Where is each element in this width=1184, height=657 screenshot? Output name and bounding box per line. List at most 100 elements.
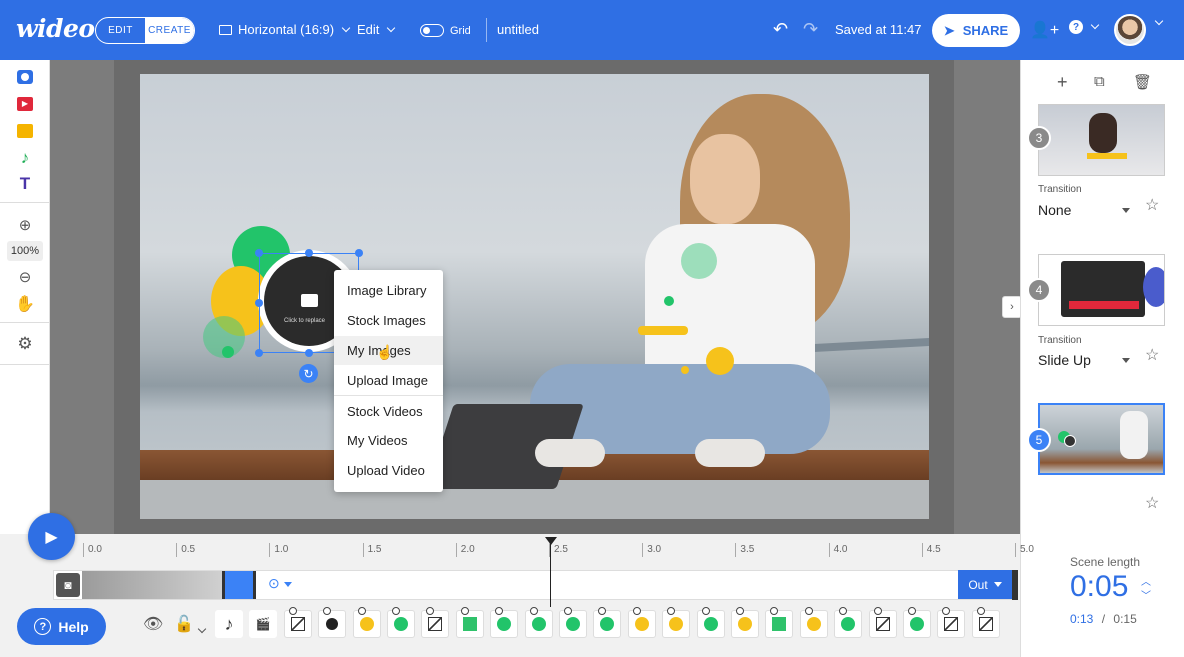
menu-item-stock-images[interactable]: Stock Images [334,306,443,336]
play-button[interactable]: ▶ [28,513,75,560]
green-circle-layer-icon[interactable] [834,607,863,638]
scene-thumbnail[interactable] [1038,104,1165,176]
star-icon[interactable]: ☆ [1145,493,1159,513]
image-layer-icon[interactable] [283,607,312,638]
chevron-up-icon[interactable]: ︿ [1141,576,1151,590]
green-circle-layer-icon[interactable] [903,607,931,638]
green-square-layer-icon[interactable] [765,607,794,638]
aspect-ratio-dropdown[interactable]: Horizontal (16:9) [219,22,351,37]
image-layer-icon[interactable] [868,607,897,638]
settings-button[interactable]: ⚙ [0,334,50,354]
zoom-in-button[interactable]: ⊕ [0,216,50,234]
lock-indicator-icon [873,607,882,615]
help-menu[interactable]: ? [1069,20,1100,34]
animation-select[interactable]: ⊙ [268,575,292,592]
yellow-bar-shape[interactable] [638,326,688,335]
scene-length-value[interactable]: 0:05 [1070,570,1128,604]
track-end-handle[interactable] [1012,570,1018,600]
grid-toggle[interactable]: Grid [420,24,471,37]
green-square-icon [772,617,787,631]
menu-item-upload-video[interactable]: Upload Video [334,456,443,486]
account-menu-chevron[interactable] [1153,16,1164,26]
yellow-circle-layer-icon[interactable] [799,607,828,638]
yellow-circle-layer-icon[interactable] [662,607,691,638]
resize-handle[interactable] [305,349,313,357]
document-title[interactable]: untitled [497,22,539,37]
hand-tool[interactable]: ✋ [0,294,50,314]
yellow-circle-shape[interactable] [706,347,734,375]
green-circle-layer-icon[interactable] [490,607,519,638]
image-layer-icon[interactable] [421,607,450,638]
text-tool[interactable]: T [0,174,50,194]
lock-icon[interactable]: 🔓 [174,614,194,634]
image-layer-icon[interactable] [937,607,966,638]
image-layer-icon[interactable] [971,607,1000,638]
undo-icon[interactable]: ↶ [773,19,788,40]
zoom-out-button[interactable]: ⊖ [0,268,50,286]
music-tool[interactable]: ♪ [0,148,50,168]
clapper-layer-icon[interactable]: 🎬 [249,610,278,638]
image-icon [944,617,959,631]
gear-icon: ⚙ [17,334,33,353]
play-icon: ▶ [45,528,58,546]
add-scene-icon[interactable]: + [1057,72,1068,93]
small-green-dot-shape[interactable] [222,346,234,358]
edit-menu-dropdown[interactable]: Edit [357,22,396,37]
track-entry-segment[interactable] [82,571,222,599]
yellow-circle-layer-icon[interactable] [352,607,381,638]
expand-panel-icon[interactable]: › [1002,296,1022,318]
duplicate-scene-icon[interactable]: ⧉ [1094,73,1105,90]
green-circle-layer-icon[interactable] [387,607,415,638]
menu-item-upload-image[interactable]: Upload Image [334,365,443,395]
chevron-down-icon[interactable]: ﹀ [1141,590,1151,604]
rotate-handle-icon[interactable]: ↻ [299,364,318,383]
out-animation-button[interactable]: Out [958,570,1012,599]
edit-create-toggle[interactable]: EDIT CREATE [95,17,195,44]
help-button[interactable]: ? Help [17,608,106,645]
delete-scene-icon[interactable]: 🗑 [1133,73,1152,91]
resize-handle[interactable] [255,249,263,257]
wideo-logo[interactable]: wideo [16,14,95,43]
small-green-dot-shape[interactable] [664,296,674,306]
menu-item-stock-videos[interactable]: Stock Videos [334,396,443,426]
lock-options-chevron[interactable] [196,619,207,637]
share-button[interactable]: ➤ SHARE [932,14,1020,47]
green-circle-layer-icon[interactable] [559,607,587,638]
yellow-circle-layer-icon[interactable] [731,607,759,638]
yellow-circle-icon [738,617,752,631]
green-circle-layer-icon[interactable] [696,607,725,638]
visibility-icon[interactable]: 👁 [143,614,163,634]
scene-length-stepper[interactable]: ︿ ﹀ [1141,576,1151,604]
lock-indicator-icon [839,607,848,615]
resize-handle[interactable] [305,249,313,257]
user-avatar[interactable] [1114,14,1146,46]
edit-mode-button[interactable]: EDIT [96,18,145,43]
track-active-segment[interactable] [222,571,256,599]
video-tool[interactable]: ▶ [0,97,50,111]
image-tool[interactable] [0,124,50,138]
transition-select[interactable]: Slide Up [1038,352,1130,368]
scene-thumbnail[interactable] [1038,254,1165,326]
resize-handle[interactable] [255,349,263,357]
green-square-layer-icon[interactable] [455,607,484,638]
add-collaborator-icon[interactable]: 👤+ [1030,20,1059,40]
yellow-circle-layer-icon[interactable] [627,607,656,638]
music-layer-icon[interactable]: ♪ [215,610,243,638]
faded-green-circle-shape[interactable] [681,243,717,279]
resize-handle[interactable] [355,249,363,257]
green-circle-icon [566,617,580,631]
green-circle-layer-icon[interactable] [524,607,553,638]
star-icon[interactable]: ☆ [1145,195,1159,215]
menu-item-my-videos[interactable]: My Videos [334,426,443,456]
menu-item-image-library[interactable]: Image Library [334,276,443,306]
dot-layer-icon[interactable] [318,607,347,638]
green-circle-layer-icon[interactable] [593,607,622,638]
camera-tool[interactable] [0,70,50,84]
redo-icon[interactable]: ↷ [803,19,818,40]
scene-thumbnail-selected[interactable] [1038,403,1165,475]
resize-handle[interactable] [255,299,263,307]
star-icon[interactable]: ☆ [1145,345,1159,365]
create-mode-button[interactable]: CREATE [145,18,194,43]
small-yellow-dot-shape[interactable] [681,366,689,374]
transition-select[interactable]: None [1038,202,1130,218]
